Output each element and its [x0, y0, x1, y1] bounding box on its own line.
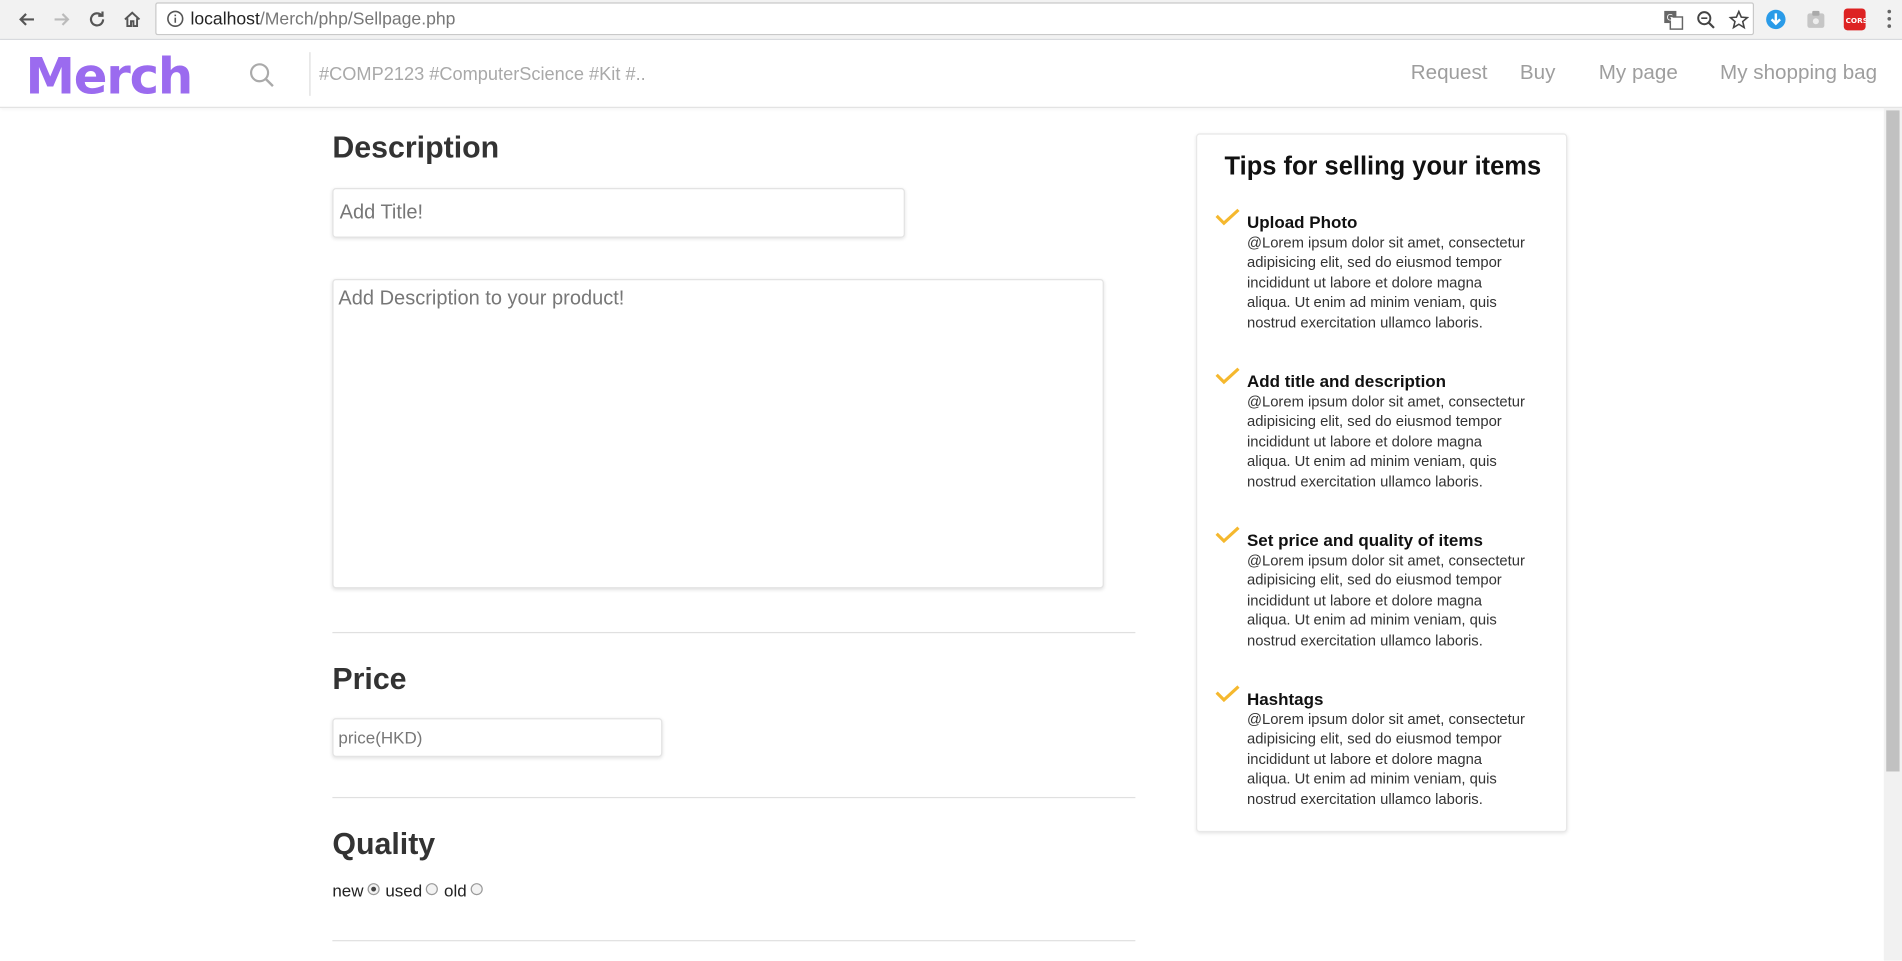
quality-label-used: used	[385, 880, 423, 901]
back-icon[interactable]	[13, 6, 40, 33]
check-icon	[1215, 367, 1240, 385]
tip-title: Upload Photo	[1246, 212, 1358, 232]
svg-text:G: G	[1667, 14, 1674, 24]
tip-text: @Lorem ipsum dolor sit amet, consectetur…	[1246, 551, 1525, 649]
quality-label-old: old	[444, 880, 467, 901]
tip-text: @Lorem ipsum dolor sit amet, consectetur…	[1246, 393, 1525, 490]
reload-icon[interactable]	[84, 6, 111, 33]
section-divider	[332, 796, 1136, 799]
quality-heading: Quality	[332, 827, 436, 862]
nav-request-link[interactable]: Request	[1411, 61, 1488, 85]
clipboard-extension-icon[interactable]	[1805, 8, 1827, 30]
cors-extension-icon[interactable]: CORS	[1843, 8, 1868, 31]
zoom-icon[interactable]	[1696, 10, 1717, 31]
svg-text:CORS: CORS	[1846, 16, 1866, 25]
tip-title: Add title and description	[1246, 371, 1447, 391]
price-heading: Price	[332, 662, 407, 697]
nav-buy-link[interactable]: Buy	[1520, 61, 1556, 85]
tips-panel: Tips for selling your items Upload Photo…	[1196, 133, 1568, 833]
page-scrollbar[interactable]	[1883, 107, 1902, 961]
scrollbar-thumb[interactable]	[1886, 110, 1900, 772]
section-divider	[332, 631, 1136, 634]
tip-title: Set price and quality of items	[1246, 530, 1483, 550]
quality-radio-new[interactable]	[367, 883, 380, 896]
browser-window: localhost/Merch/php/Sellpage.php G CORS …	[0, 0, 1902, 961]
quality-label-new: new	[332, 880, 364, 901]
tip-text: @Lorem ipsum dolor sit amet, consectetur…	[1246, 234, 1525, 331]
search-icon[interactable]	[249, 62, 276, 89]
tips-title: Tips for selling your items	[1224, 152, 1542, 181]
check-icon	[1215, 685, 1240, 703]
price-input[interactable]	[332, 718, 663, 757]
search-input[interactable]	[312, 57, 1041, 91]
browser-toolbar: localhost/Merch/php/Sellpage.php G CORS	[0, 0, 1902, 41]
address-bar[interactable]: localhost/Merch/php/Sellpage.php G	[155, 2, 1755, 36]
nav-shopping-bag-link[interactable]: My shopping bag	[1720, 61, 1877, 85]
description-heading: Description	[332, 131, 500, 165]
forward-icon[interactable]	[49, 6, 76, 33]
quality-radio-group: new used old	[332, 881, 488, 900]
description-textarea[interactable]	[332, 278, 1104, 589]
star-icon[interactable]	[1728, 9, 1750, 31]
tip-title: Hashtags	[1246, 688, 1324, 709]
info-icon[interactable]	[166, 10, 184, 28]
logo[interactable]: Merch	[25, 51, 193, 102]
quality-radio-used[interactable]	[425, 883, 438, 896]
check-icon	[1215, 526, 1240, 544]
section-divider	[332, 940, 1136, 942]
quality-radio-old[interactable]	[470, 883, 483, 896]
check-icon	[1215, 208, 1240, 226]
nav-my-page-link[interactable]: My page	[1599, 61, 1678, 85]
title-input[interactable]	[332, 188, 905, 238]
header-divider	[309, 52, 311, 96]
site-header: Merch Request Buy My page My shopping ba…	[0, 40, 1902, 108]
url-text: localhost/Merch/php/Sellpage.php	[190, 9, 456, 30]
download-extension-icon[interactable]	[1765, 8, 1787, 30]
tip-text: @Lorem ipsum dolor sit amet, consectetur…	[1246, 710, 1525, 808]
menu-icon[interactable]	[1887, 9, 1892, 29]
home-icon[interactable]	[119, 6, 146, 33]
translate-icon[interactable]: G	[1663, 10, 1684, 31]
